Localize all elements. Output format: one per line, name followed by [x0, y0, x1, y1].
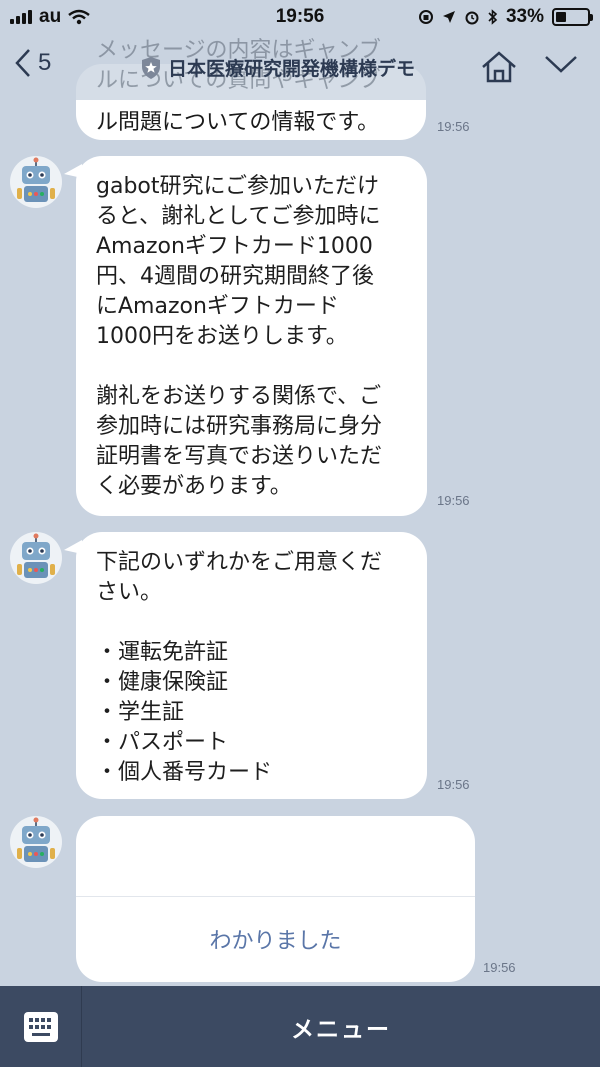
- bottom-menu-bar: メニュー: [0, 986, 600, 1067]
- bot-avatar[interactable]: [10, 816, 62, 868]
- keyboard-toggle-button[interactable]: [0, 986, 82, 1067]
- robot-icon: [17, 817, 55, 862]
- message-text: ル問題についての情報です。: [96, 110, 380, 135]
- battery-icon: [552, 8, 593, 26]
- unread-count: 5: [38, 49, 52, 76]
- status-bar: au 19:56 33%: [0, 0, 600, 36]
- back-button[interactable]: 5: [14, 48, 51, 78]
- robot-icon: [17, 533, 55, 578]
- home-icon: [482, 51, 516, 83]
- bluetooth-icon: [488, 9, 498, 25]
- battery-percent: 33%: [505, 6, 544, 27]
- message-timestamp: 19:56: [483, 960, 516, 975]
- menu-toggle-button[interactable]: メニュー: [82, 986, 600, 1067]
- chat-title[interactable]: 日本医療研究開発機構様デモ: [140, 54, 415, 81]
- message-timestamp: 19:56: [437, 119, 470, 134]
- verified-shield-icon: [142, 56, 160, 79]
- understood-button[interactable]: わかりました: [76, 896, 475, 982]
- bot-avatar[interactable]: [10, 156, 62, 208]
- title-label: 日本医療研究開発機構様デモ: [168, 58, 416, 80]
- chevron-left-icon: [15, 49, 30, 77]
- home-button[interactable]: [480, 50, 518, 88]
- message-bubble: gabot研究にご参加いただけ ると、謝礼としてご参加時に Amazonギフトカ…: [64, 156, 427, 516]
- location-icon: [442, 11, 455, 23]
- robot-icon: [17, 157, 55, 202]
- chat-header: メッセージの内容はギャンブ ルについての質問やギャンブ 5 日本医療研究開発機構…: [0, 36, 600, 100]
- button-template-card: わかりました: [76, 816, 475, 982]
- chevron-down-icon: [545, 56, 577, 73]
- message-bubble: 下記のいずれかをご用意くだ さい。 ・運転免許証 ・健康保険証 ・学生証 ・パス…: [64, 532, 427, 799]
- alarm-icon: [465, 11, 479, 25]
- bot-avatar[interactable]: [10, 532, 62, 584]
- orientation-lock-icon: [418, 10, 433, 24]
- dropdown-button[interactable]: [544, 54, 578, 78]
- keyboard-icon: [23, 1011, 58, 1042]
- message-timestamp: 19:56: [437, 777, 470, 792]
- chat-area[interactable]: ル問題についての情報です。 19:56 gabot研究にご参加いただけ ると、謝…: [0, 0, 600, 986]
- message-timestamp: 19:56: [437, 493, 470, 508]
